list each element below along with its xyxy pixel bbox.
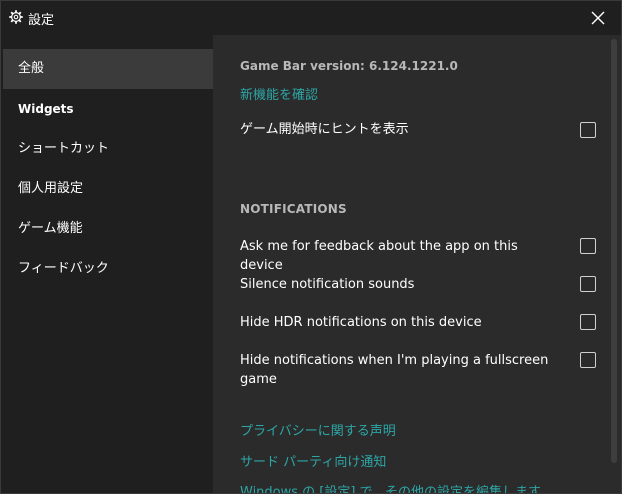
hide-fullscreen-checkbox[interactable] (580, 352, 596, 368)
notifications-header: NOTIFICATIONS (240, 202, 347, 216)
close-button[interactable] (575, 1, 621, 35)
title-bar: 設定 (1, 1, 621, 35)
scrollbar[interactable] (611, 39, 617, 463)
sidebar-item-widgets[interactable]: Widgets (3, 89, 213, 129)
sidebar-item-gaming-features[interactable]: ゲーム機能 (3, 209, 213, 249)
sidebar-item-feedback[interactable]: フィードバック (3, 249, 213, 289)
show-tips-label: ゲーム開始時にヒントを表示 (240, 122, 409, 137)
silence-sounds-checkbox[interactable] (580, 276, 596, 292)
sidebar-item-general[interactable]: 全般 (3, 49, 213, 89)
windows-settings-link[interactable]: Windows の [設定] で、その他の設定を編集します (240, 481, 541, 493)
feedback-option-checkbox[interactable] (580, 238, 596, 254)
show-tips-checkbox[interactable] (580, 122, 596, 138)
version-text: Game Bar version: 6.124.1221.0 (240, 59, 458, 73)
silence-sounds-label: Silence notification sounds (240, 277, 415, 292)
third-party-link[interactable]: サード パーティ向け通知 (240, 451, 386, 470)
privacy-link[interactable]: プライバシーに関する声明 (240, 420, 396, 439)
hide-fullscreen-label: Hide notifications when I'm playing a fu… (240, 353, 549, 387)
sidebar-item-personalization[interactable]: 個人用設定 (3, 169, 213, 209)
gear-icon (9, 10, 23, 24)
settings-window: 設定 全般 Widgets ショートカット 個人用設定 ゲーム機能 フィードバッ… (0, 0, 622, 494)
feedback-option-label: Ask me for feedback about the app on thi… (240, 239, 518, 273)
sidebar-item-shortcuts[interactable]: ショートカット (3, 129, 213, 169)
close-icon (591, 11, 605, 25)
sidebar: 全般 Widgets ショートカット 個人用設定 ゲーム機能 フィードバック (1, 35, 213, 493)
hide-hdr-checkbox[interactable] (580, 314, 596, 330)
whats-new-link[interactable]: 新機能を確認 (240, 84, 318, 103)
settings-content: Game Bar version: 6.124.1221.0 新機能を確認 ゲー… (213, 35, 621, 493)
window-title: 設定 (28, 13, 55, 28)
hide-hdr-label: Hide HDR notifications on this device (240, 315, 482, 330)
